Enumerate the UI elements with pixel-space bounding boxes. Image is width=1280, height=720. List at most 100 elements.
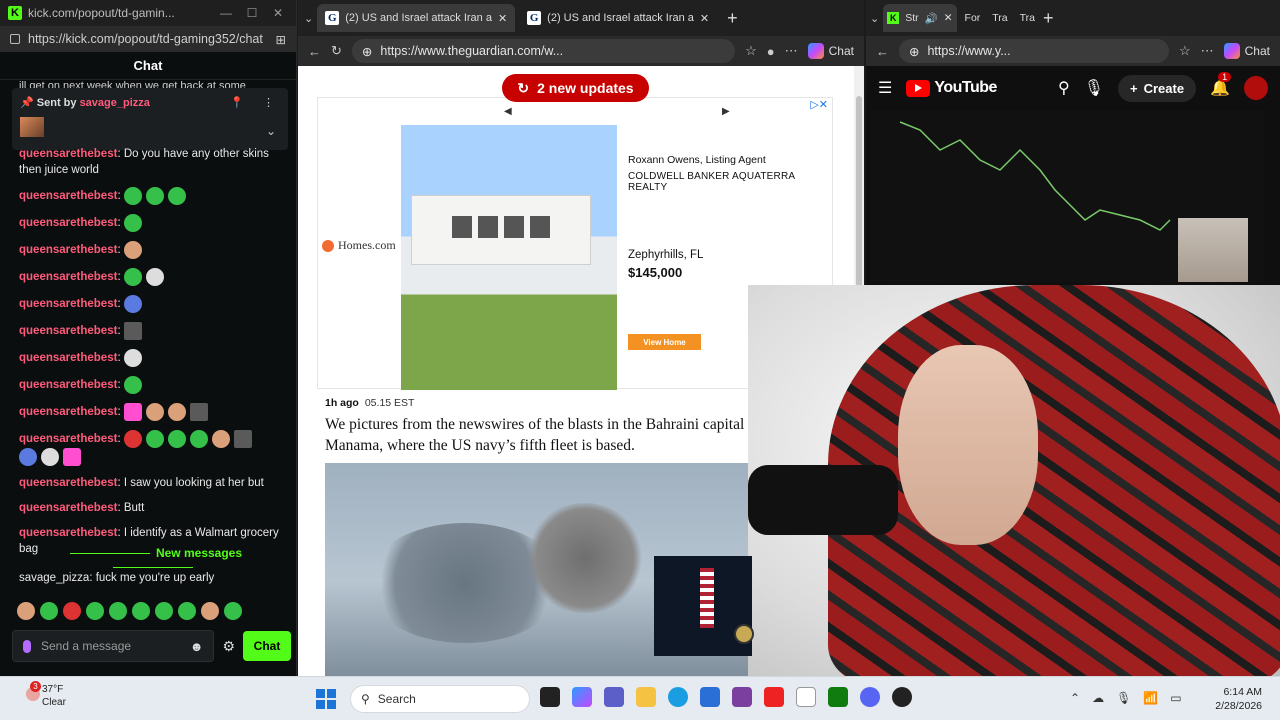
back-icon[interactable]: ← xyxy=(876,44,889,59)
emoji-icon[interactable]: ☻ xyxy=(190,639,204,654)
new-messages-divider[interactable]: New messages xyxy=(19,546,287,574)
weather-widget[interactable]: 3 37°F Clear xyxy=(24,681,66,709)
chat-username[interactable]: queensarethebest xyxy=(19,325,117,337)
obs-icon[interactable] xyxy=(892,687,912,707)
copilot-app-icon[interactable] xyxy=(572,687,592,707)
amazon-icon[interactable] xyxy=(796,687,816,707)
chat-username[interactable]: queensarethebest xyxy=(19,352,117,364)
start-button[interactable] xyxy=(316,689,336,709)
reader-mode-icon[interactable]: ⊞ xyxy=(276,32,286,47)
notifications-icon[interactable]: 🔔 1 xyxy=(1210,72,1232,98)
more-icon[interactable]: ⋯ xyxy=(785,43,798,59)
copilot-button[interactable]: Chat xyxy=(807,43,854,59)
chat-username[interactable]: queensarethebest xyxy=(19,502,117,514)
chevron-up-icon[interactable]: ⌃ xyxy=(1070,691,1080,705)
address-url[interactable]: https://www.theguardian.com/w... xyxy=(380,44,563,58)
browser-tab[interactable]: K Str 🔊 ✕ xyxy=(883,4,957,32)
close-tab-icon[interactable]: ✕ xyxy=(498,12,507,25)
chat-username[interactable]: queensarethebest xyxy=(19,433,117,445)
mic-icon[interactable]: 🎙 xyxy=(1084,78,1104,98)
ad-house-photo[interactable] xyxy=(401,125,617,390)
tab-actions-icon[interactable]: ⌄ xyxy=(870,12,879,25)
search-icon[interactable]: ⚲ xyxy=(1058,78,1070,98)
ad-close-icon[interactable]: ▷✕ xyxy=(810,98,828,111)
discord-icon[interactable] xyxy=(860,687,880,707)
task-view-icon[interactable] xyxy=(540,687,560,707)
pinned-message[interactable]: 📌 Sent by savage_pizza 📍 ⋮ ⌄ xyxy=(12,88,288,150)
chat-username[interactable]: queensarethebest xyxy=(19,477,117,489)
trading-chart-video[interactable] xyxy=(870,110,1264,282)
speaker-icon[interactable]: 🔊 xyxy=(925,12,938,25)
more-icon[interactable]: ⋯ xyxy=(1201,43,1214,59)
chat-input-placeholder[interactable]: Send a message xyxy=(41,639,131,653)
menu-icon[interactable]: ☰ xyxy=(878,78,892,98)
emote-button[interactable] xyxy=(178,602,196,620)
chat-username[interactable]: queensarethebest xyxy=(19,148,117,160)
xbox-icon[interactable] xyxy=(828,687,848,707)
chat-username[interactable]: queensarethebest xyxy=(19,379,117,391)
refresh-icon[interactable]: ↻ xyxy=(331,43,342,59)
chat-username[interactable]: savage_pizza xyxy=(19,572,89,584)
emote-button[interactable] xyxy=(224,602,242,620)
create-button[interactable]: + Create xyxy=(1118,74,1197,102)
new-updates-button[interactable]: ↻ 2 new updates xyxy=(502,74,649,102)
chat-input[interactable]: Send a message ☻ xyxy=(12,630,215,662)
taskbar-search[interactable]: ⚲ Search xyxy=(350,685,530,713)
chat-username[interactable]: queensarethebest xyxy=(19,527,117,539)
browser-tab[interactable]: G (2) US and Israel attack Iran a ✕ xyxy=(519,4,717,32)
emote-button[interactable] xyxy=(17,602,35,620)
address-bar[interactable]: ⊕ https://www.theguardian.com/w... xyxy=(351,39,736,63)
youtube-app-icon[interactable] xyxy=(764,687,784,707)
site-info-icon[interactable]: ⊕ xyxy=(909,44,919,59)
chat-username[interactable]: queensarethebest xyxy=(19,406,117,418)
file-explorer-icon[interactable] xyxy=(636,687,656,707)
avatar[interactable] xyxy=(1244,76,1268,100)
maximize-button[interactable]: ☐ xyxy=(242,6,262,20)
close-tab-icon[interactable]: ✕ xyxy=(700,12,709,25)
minimize-button[interactable]: — xyxy=(216,6,236,20)
address-bar[interactable]: ⊕ https://www.y... xyxy=(899,39,1169,63)
news-video-inset[interactable] xyxy=(654,556,754,656)
chat-username[interactable]: queensarethebest xyxy=(19,298,117,310)
view-home-button[interactable]: View Home xyxy=(628,334,701,350)
photos-icon[interactable] xyxy=(732,687,752,707)
address-url[interactable]: https://www.y... xyxy=(927,44,1010,58)
kick-url[interactable]: https://kick.com/popout/td-gaming352/cha… xyxy=(28,32,268,46)
emote-button[interactable] xyxy=(86,602,104,620)
back-icon[interactable]: ← xyxy=(308,44,321,59)
chevron-down-icon[interactable]: ⌄ xyxy=(266,124,276,138)
emote-button[interactable] xyxy=(155,602,173,620)
close-button[interactable]: ✕ xyxy=(268,6,288,20)
ad-next-icon[interactable]: ▶ xyxy=(722,106,730,117)
gear-icon[interactable]: ⚙ xyxy=(222,638,235,655)
wifi-icon[interactable]: 📶 xyxy=(1143,691,1158,705)
profile-icon[interactable]: ● xyxy=(767,44,775,59)
more-options-icon[interactable]: ⋮ xyxy=(263,96,274,109)
mic-icon[interactable] xyxy=(23,639,31,653)
edge-icon[interactable] xyxy=(668,687,688,707)
close-tab-icon[interactable]: ✕ xyxy=(944,12,953,24)
chat-username[interactable]: queensarethebest xyxy=(19,190,117,202)
browser-tab[interactable]: For xyxy=(961,4,985,32)
emote-button[interactable] xyxy=(201,602,219,620)
new-tab-button[interactable]: + xyxy=(1043,8,1054,29)
browser-tab[interactable]: Tra xyxy=(1016,4,1039,32)
chat-username[interactable]: queensarethebest xyxy=(19,217,117,229)
chat-username[interactable]: queensarethebest xyxy=(19,271,117,283)
favorites-icon[interactable]: ☆ xyxy=(745,43,757,59)
new-tab-button[interactable]: + xyxy=(727,8,738,29)
copilot-button[interactable]: Chat xyxy=(1223,43,1270,59)
browser-tab[interactable]: G (2) US and Israel attack Iran a ✕ xyxy=(317,4,516,32)
favorites-icon[interactable]: ☆ xyxy=(1179,43,1191,59)
taskbar-clock[interactable]: 6:14 AM 2/28/2026 xyxy=(1192,685,1262,713)
store-icon[interactable] xyxy=(700,687,720,707)
emote-button[interactable] xyxy=(40,602,58,620)
teams-icon[interactable] xyxy=(604,687,624,707)
emote-button[interactable] xyxy=(109,602,127,620)
cloud-icon[interactable]: ☁ xyxy=(1092,691,1104,705)
youtube-logo[interactable]: YouTube xyxy=(906,79,997,97)
send-chat-button[interactable]: Chat xyxy=(243,631,291,661)
chat-username[interactable]: queensarethebest xyxy=(19,244,117,256)
kick-url-bar[interactable]: https://kick.com/popout/td-gaming352/cha… xyxy=(0,26,296,52)
tab-actions-icon[interactable]: ⌄ xyxy=(304,12,313,25)
